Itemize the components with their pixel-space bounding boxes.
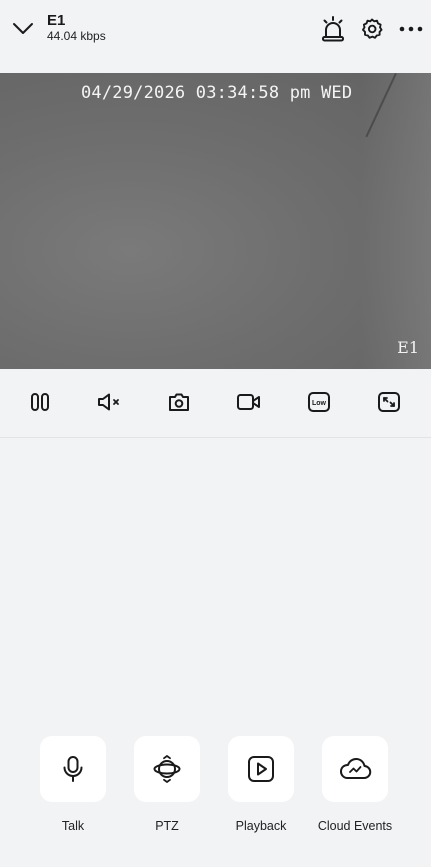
playback-tile[interactable] bbox=[228, 736, 294, 802]
fullscreen-icon[interactable] bbox=[376, 389, 402, 415]
video-shading bbox=[361, 73, 431, 369]
playback-controls-bar: Low bbox=[0, 369, 431, 438]
ptz-icon bbox=[153, 755, 181, 783]
quality-low-icon[interactable]: Low bbox=[306, 389, 332, 415]
chevron-down-icon[interactable] bbox=[10, 16, 36, 42]
record-icon[interactable] bbox=[236, 389, 262, 415]
playback-button[interactable]: Playback bbox=[213, 736, 309, 833]
live-video-view[interactable]: 04/29/2026 03:34:58 pm WED E1 bbox=[0, 73, 431, 369]
talk-button[interactable]: Talk bbox=[25, 736, 121, 833]
ptz-label: PTZ bbox=[155, 819, 179, 833]
ptz-button[interactable]: PTZ bbox=[119, 736, 215, 833]
cloud-events-tile[interactable] bbox=[322, 736, 388, 802]
talk-label: Talk bbox=[61, 819, 85, 833]
pause-icon[interactable] bbox=[27, 389, 53, 415]
device-name: E1 bbox=[47, 12, 66, 29]
talk-tile[interactable] bbox=[40, 736, 106, 802]
gear-icon[interactable] bbox=[359, 16, 385, 42]
cloud-events-label: Cloud Events bbox=[317, 819, 393, 833]
bitrate-readout: 44.04 kbps bbox=[47, 29, 106, 43]
microphone-icon bbox=[60, 755, 86, 783]
cloud-icon bbox=[338, 756, 372, 782]
more-icon[interactable] bbox=[398, 16, 424, 42]
top-bar: E1 44.04 kbps bbox=[0, 0, 431, 73]
video-timestamp-overlay: 04/29/2026 03:34:58 pm WED bbox=[81, 83, 353, 103]
quality-label: Low bbox=[312, 400, 327, 407]
alarm-siren-icon[interactable] bbox=[320, 16, 346, 42]
playback-icon bbox=[247, 755, 275, 783]
snapshot-icon[interactable] bbox=[166, 389, 192, 415]
device-title-block: E1 44.04 kbps bbox=[47, 12, 106, 44]
playback-label: Playback bbox=[235, 819, 287, 833]
video-channel-overlay: E1 bbox=[397, 338, 419, 357]
cloud-events-button[interactable]: Cloud Events bbox=[307, 736, 403, 833]
mute-icon[interactable] bbox=[97, 389, 123, 415]
feature-actions: Talk PTZ Playback Cloud Events bbox=[0, 736, 431, 846]
ptz-tile[interactable] bbox=[134, 736, 200, 802]
